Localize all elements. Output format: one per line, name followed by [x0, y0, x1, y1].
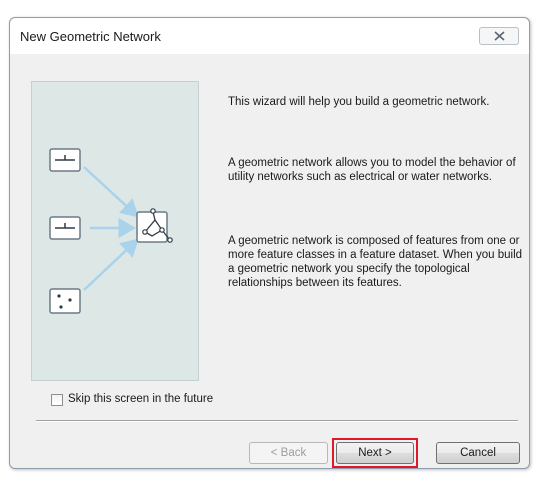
skip-screen-label[interactable]: Skip this screen in the future: [68, 393, 213, 405]
illustration-graphic: [49, 148, 173, 314]
arrow-bottom: [83, 238, 139, 291]
network-composition-text: A geometric network is composed of featu…: [228, 235, 523, 289]
line-feature-class-icon: [49, 216, 81, 240]
cancel-button[interactable]: Cancel: [436, 442, 520, 464]
page: New Geometric Network This wizard will h…: [0, 0, 546, 481]
geometric-network-icon: [136, 208, 173, 243]
wizard-illustration: [31, 81, 199, 381]
close-button[interactable]: [479, 27, 519, 45]
separator: [36, 420, 518, 422]
point-feature-class-icon: [49, 288, 81, 314]
close-icon: [494, 31, 505, 41]
network-purpose-text: A geometric network allows you to model …: [228, 157, 516, 183]
intro-text: This wizard will help you build a geomet…: [228, 96, 490, 108]
next-button[interactable]: Next >: [336, 442, 414, 464]
skip-screen-checkbox[interactable]: [51, 394, 63, 406]
wizard-dialog: New Geometric Network This wizard will h…: [9, 17, 530, 469]
dialog-title: New Geometric Network: [20, 29, 161, 44]
arrow-top: [83, 166, 139, 218]
dialog-content: This wizard will help you build a geomet…: [18, 54, 522, 468]
line-feature-class-icon: [49, 148, 81, 172]
back-button[interactable]: < Back: [249, 442, 328, 464]
title-bar[interactable]: New Geometric Network: [10, 18, 529, 54]
